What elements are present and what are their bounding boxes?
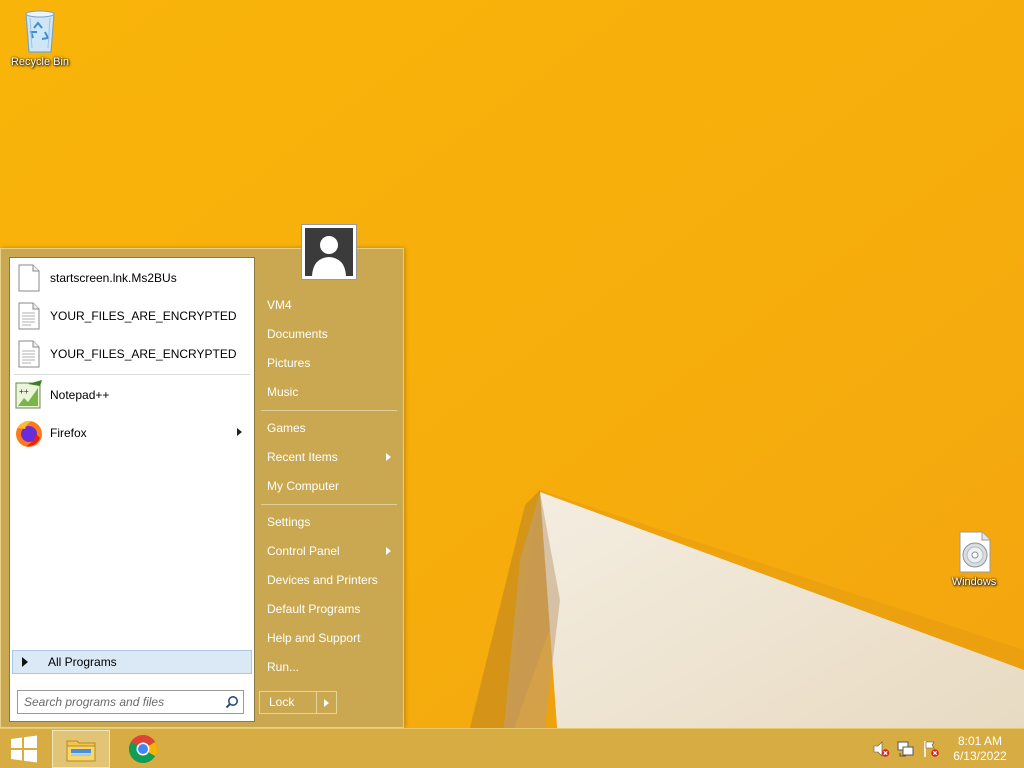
submenu-arrow-icon	[386, 547, 391, 555]
recent-file-label: startscreen.lnk.Ms2BUs	[50, 271, 177, 285]
desktop-icon-recycle-bin[interactable]: Recycle Bin	[0, 6, 80, 68]
start-link-label: Default Programs	[267, 602, 361, 616]
recent-file-item[interactable]: startscreen.lnk.Ms2BUs	[14, 260, 250, 296]
desktop-icon-label: Recycle Bin	[10, 56, 70, 68]
chrome-icon	[129, 735, 157, 763]
taskbar: 8:01 AM 6/13/2022	[0, 728, 1024, 768]
lock-button[interactable]: Lock	[259, 691, 317, 714]
start-menu-programs-pane: startscreen.lnk.Ms2BUs YOUR_FILES_ARE_EN…	[9, 257, 255, 722]
recent-file-item[interactable]: YOUR_FILES_ARE_ENCRYPTED	[14, 298, 250, 334]
start-link-my-computer[interactable]: My Computer	[259, 473, 397, 499]
text-file-icon	[14, 339, 44, 369]
start-link-help-and-support[interactable]: Help and Support	[259, 625, 397, 651]
notepad-plus-plus-icon: ++	[14, 380, 44, 410]
start-link-recent-items[interactable]: Recent Items	[259, 444, 397, 470]
recent-file-label: YOUR_FILES_ARE_ENCRYPTED	[50, 309, 237, 323]
expand-triangle-icon	[22, 657, 28, 667]
submenu-arrow-icon	[386, 453, 391, 461]
start-link-default-programs[interactable]: Default Programs	[259, 596, 397, 622]
start-link-pictures[interactable]: Pictures	[259, 350, 397, 376]
start-link-label: Control Panel	[267, 544, 340, 558]
start-link-label: Documents	[267, 327, 328, 341]
system-clock[interactable]: 8:01 AM 6/13/2022	[940, 734, 1020, 764]
start-link-label: Help and Support	[267, 631, 361, 645]
recent-file-label: YOUR_FILES_ARE_ENCRYPTED	[50, 347, 237, 361]
volume-muted-icon[interactable]	[872, 740, 890, 758]
shutdown-group: Lock	[259, 691, 337, 714]
action-center-flag-icon[interactable]	[922, 740, 940, 758]
recycle-bin-icon	[25, 10, 55, 53]
start-link-games[interactable]: Games	[259, 415, 397, 441]
program-label: Notepad++	[50, 388, 110, 402]
clock-time: 8:01 AM	[957, 734, 1003, 748]
start-link-run[interactable]: Run...	[259, 654, 397, 680]
all-programs-label: All Programs	[48, 655, 117, 669]
svg-text:++: ++	[19, 387, 29, 396]
power-options-button[interactable]	[317, 691, 337, 714]
chevron-right-icon	[324, 699, 329, 707]
windows-logo-icon	[11, 735, 37, 763]
menu-separator	[14, 374, 250, 375]
menu-separator	[261, 410, 397, 411]
start-link-music[interactable]: Music	[259, 379, 397, 405]
start-link-devices-and-printers[interactable]: Devices and Printers	[259, 567, 397, 593]
start-button[interactable]	[4, 733, 44, 765]
start-link-vm4[interactable]: VM4	[259, 292, 397, 318]
start-search-box	[17, 690, 244, 714]
search-input[interactable]	[18, 692, 221, 712]
recent-file-item[interactable]: YOUR_FILES_ARE_ENCRYPTED	[14, 336, 250, 372]
user-avatar[interactable]	[301, 224, 357, 280]
start-link-documents[interactable]: Documents	[259, 321, 397, 347]
start-link-control-panel[interactable]: Control Panel	[259, 538, 397, 564]
folder-icon	[66, 740, 96, 762]
start-link-label: Pictures	[267, 356, 311, 370]
start-link-label: Run...	[267, 660, 300, 674]
start-link-label: Music	[267, 385, 299, 399]
text-file-icon	[14, 301, 44, 331]
disc-icon	[959, 531, 991, 573]
network-icon[interactable]	[897, 740, 915, 758]
file-icon	[14, 263, 44, 293]
clock-date: 6/13/2022	[953, 749, 1007, 763]
start-link-label: My Computer	[267, 479, 340, 493]
start-link-label: Recent Items	[267, 450, 338, 464]
program-item-notepad-plus-plus[interactable]: ++ Notepad++	[14, 377, 250, 413]
start-link-label: Games	[267, 421, 306, 435]
user-silhouette-icon	[312, 236, 346, 276]
start-link-label: VM4	[267, 298, 292, 312]
desktop-icon-label: Windows	[951, 576, 997, 588]
all-programs-button[interactable]: All Programs	[12, 650, 252, 674]
start-menu: startscreen.lnk.Ms2BUs YOUR_FILES_ARE_EN…	[0, 224, 404, 728]
chrome-taskbar-button[interactable]	[118, 730, 168, 768]
program-label: Firefox	[50, 426, 87, 440]
start-link-label: Devices and Printers	[267, 573, 378, 587]
start-link-settings[interactable]: Settings	[259, 509, 397, 535]
menu-separator	[261, 504, 397, 505]
submenu-arrow-icon	[237, 428, 242, 436]
search-icon[interactable]	[221, 691, 243, 713]
file-explorer-taskbar-button[interactable]	[52, 730, 110, 768]
desktop-icon-windows[interactable]: Windows	[934, 530, 1014, 588]
program-item-firefox[interactable]: Firefox	[14, 415, 250, 451]
firefox-icon	[14, 418, 44, 448]
start-link-label: Settings	[267, 515, 311, 529]
